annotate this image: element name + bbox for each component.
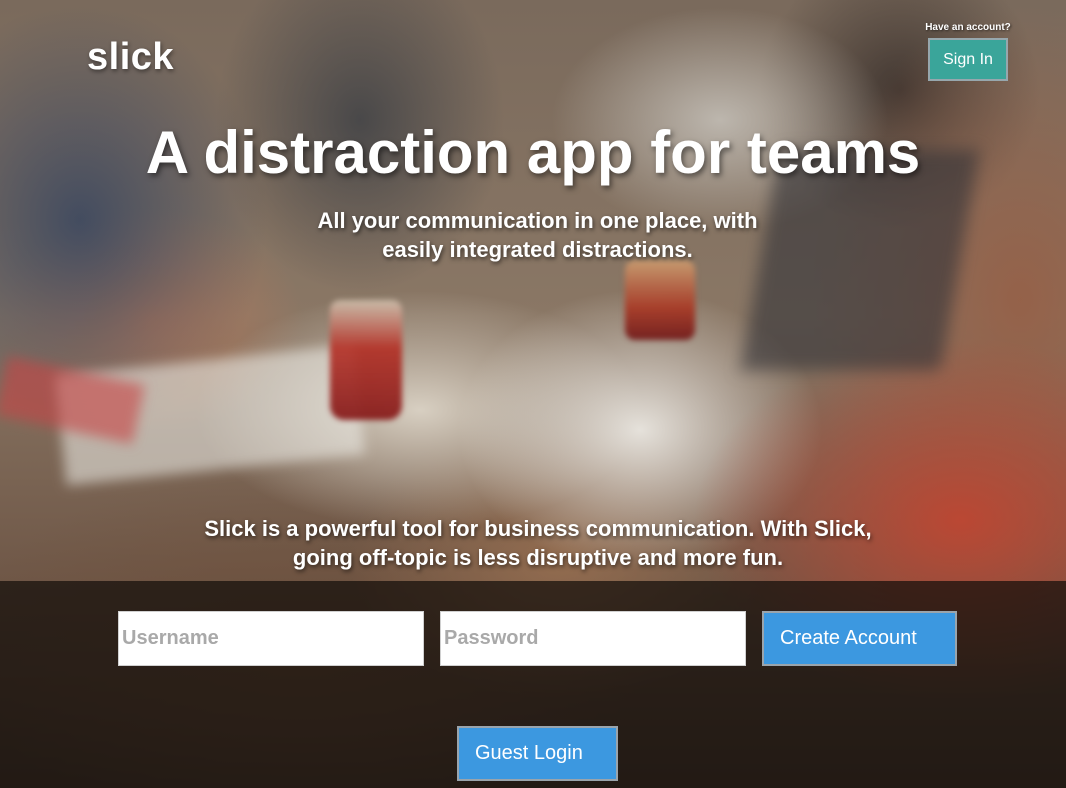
username-input[interactable] bbox=[118, 611, 424, 666]
password-input[interactable] bbox=[440, 611, 746, 666]
background-glass bbox=[625, 260, 695, 340]
subheadline: All your communication in one place, wit… bbox=[317, 208, 758, 262]
guest-login-button[interactable]: Guest Login bbox=[457, 726, 618, 781]
app-logo[interactable]: slick bbox=[87, 36, 174, 79]
description-text: Slick is a powerful tool for business co… bbox=[204, 516, 872, 570]
account-prompt: Have an account? bbox=[925, 22, 1011, 33]
background-glass bbox=[330, 300, 402, 420]
sign-in-button[interactable]: Sign In bbox=[928, 38, 1008, 81]
create-account-button[interactable]: Create Account bbox=[762, 611, 957, 666]
page-title: A distraction app for teams bbox=[145, 119, 921, 186]
account-block: Have an account? Sign In bbox=[923, 22, 1013, 81]
